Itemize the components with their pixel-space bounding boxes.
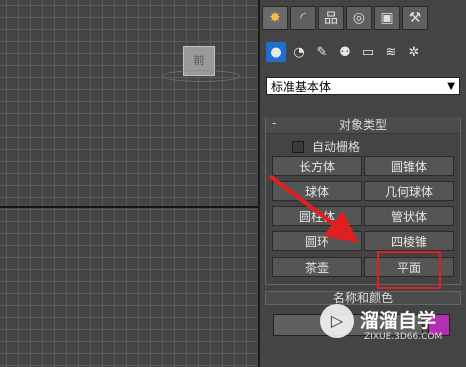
autogrid-checkbox[interactable] <box>292 140 304 153</box>
grid-axis-line <box>0 206 258 208</box>
motion-tab-icon[interactable]: ◎ <box>346 6 372 30</box>
lights-icon[interactable]: ✎ <box>312 42 332 62</box>
perspective-viewport[interactable]: 前 <box>0 0 258 367</box>
cylinder-button[interactable]: 圆柱体 <box>272 206 362 226</box>
play-icon: ▷ <box>320 304 354 338</box>
autogrid-label: 自动栅格 <box>312 140 361 154</box>
systems-icon[interactable]: ✲ <box>404 42 424 62</box>
space-warps-icon[interactable]: ≋ <box>381 42 401 62</box>
cameras-icon[interactable]: ⚉ <box>335 42 355 62</box>
object-type-title[interactable]: - 对象类型 <box>266 115 460 134</box>
watermark-name: 溜溜自学 <box>360 310 437 332</box>
helpers-icon[interactable]: ▭ <box>358 42 378 62</box>
object-type-label: 对象类型 <box>338 118 387 132</box>
plane-highlight-box <box>377 251 441 289</box>
box-button[interactable]: 长方体 <box>272 156 362 176</box>
geometry-icon[interactable]: ● <box>266 42 286 62</box>
command-panel-tabs: ✸ ◜ 品 ◎ ▣ ⚒ <box>262 6 428 30</box>
teapot-button[interactable]: 茶壶 <box>272 257 362 277</box>
sphere-button[interactable]: 球体 <box>272 181 362 201</box>
pyramid-button[interactable]: 四棱锥 <box>364 231 454 251</box>
modify-tab-icon[interactable]: ◜ <box>290 6 316 30</box>
create-tab-icon[interactable]: ✸ <box>262 6 288 30</box>
hierarchy-tab-icon[interactable]: 品 <box>318 6 344 30</box>
geosphere-button[interactable]: 几何球体 <box>364 181 454 201</box>
watermark-url: ZIXUE.3D66.COM <box>364 332 443 342</box>
watermark-logo: ▷ 溜溜自学 ZIXUE.3D66.COM <box>320 300 450 346</box>
category-dropdown[interactable]: 标准基本体 ▼ <box>266 77 460 95</box>
create-subcategory-row: ● ◔ ✎ ⚉ ▭ ≋ ✲ <box>266 42 424 62</box>
chevron-down-icon[interactable]: ▼ <box>447 78 455 96</box>
rollout-toggle[interactable]: - <box>272 115 276 131</box>
category-dropdown-value: 标准基本体 <box>271 80 332 94</box>
tube-button[interactable]: 管状体 <box>364 206 454 226</box>
viewcube-ring[interactable] <box>162 70 240 82</box>
cone-button[interactable]: 圆锥体 <box>364 156 454 176</box>
torus-button[interactable]: 圆环 <box>272 231 362 251</box>
shapes-icon[interactable]: ◔ <box>289 42 309 62</box>
utilities-tab-icon[interactable]: ⚒ <box>402 6 428 30</box>
autogrid-option[interactable]: 自动栅格 <box>292 138 360 155</box>
display-tab-icon[interactable]: ▣ <box>374 6 400 30</box>
